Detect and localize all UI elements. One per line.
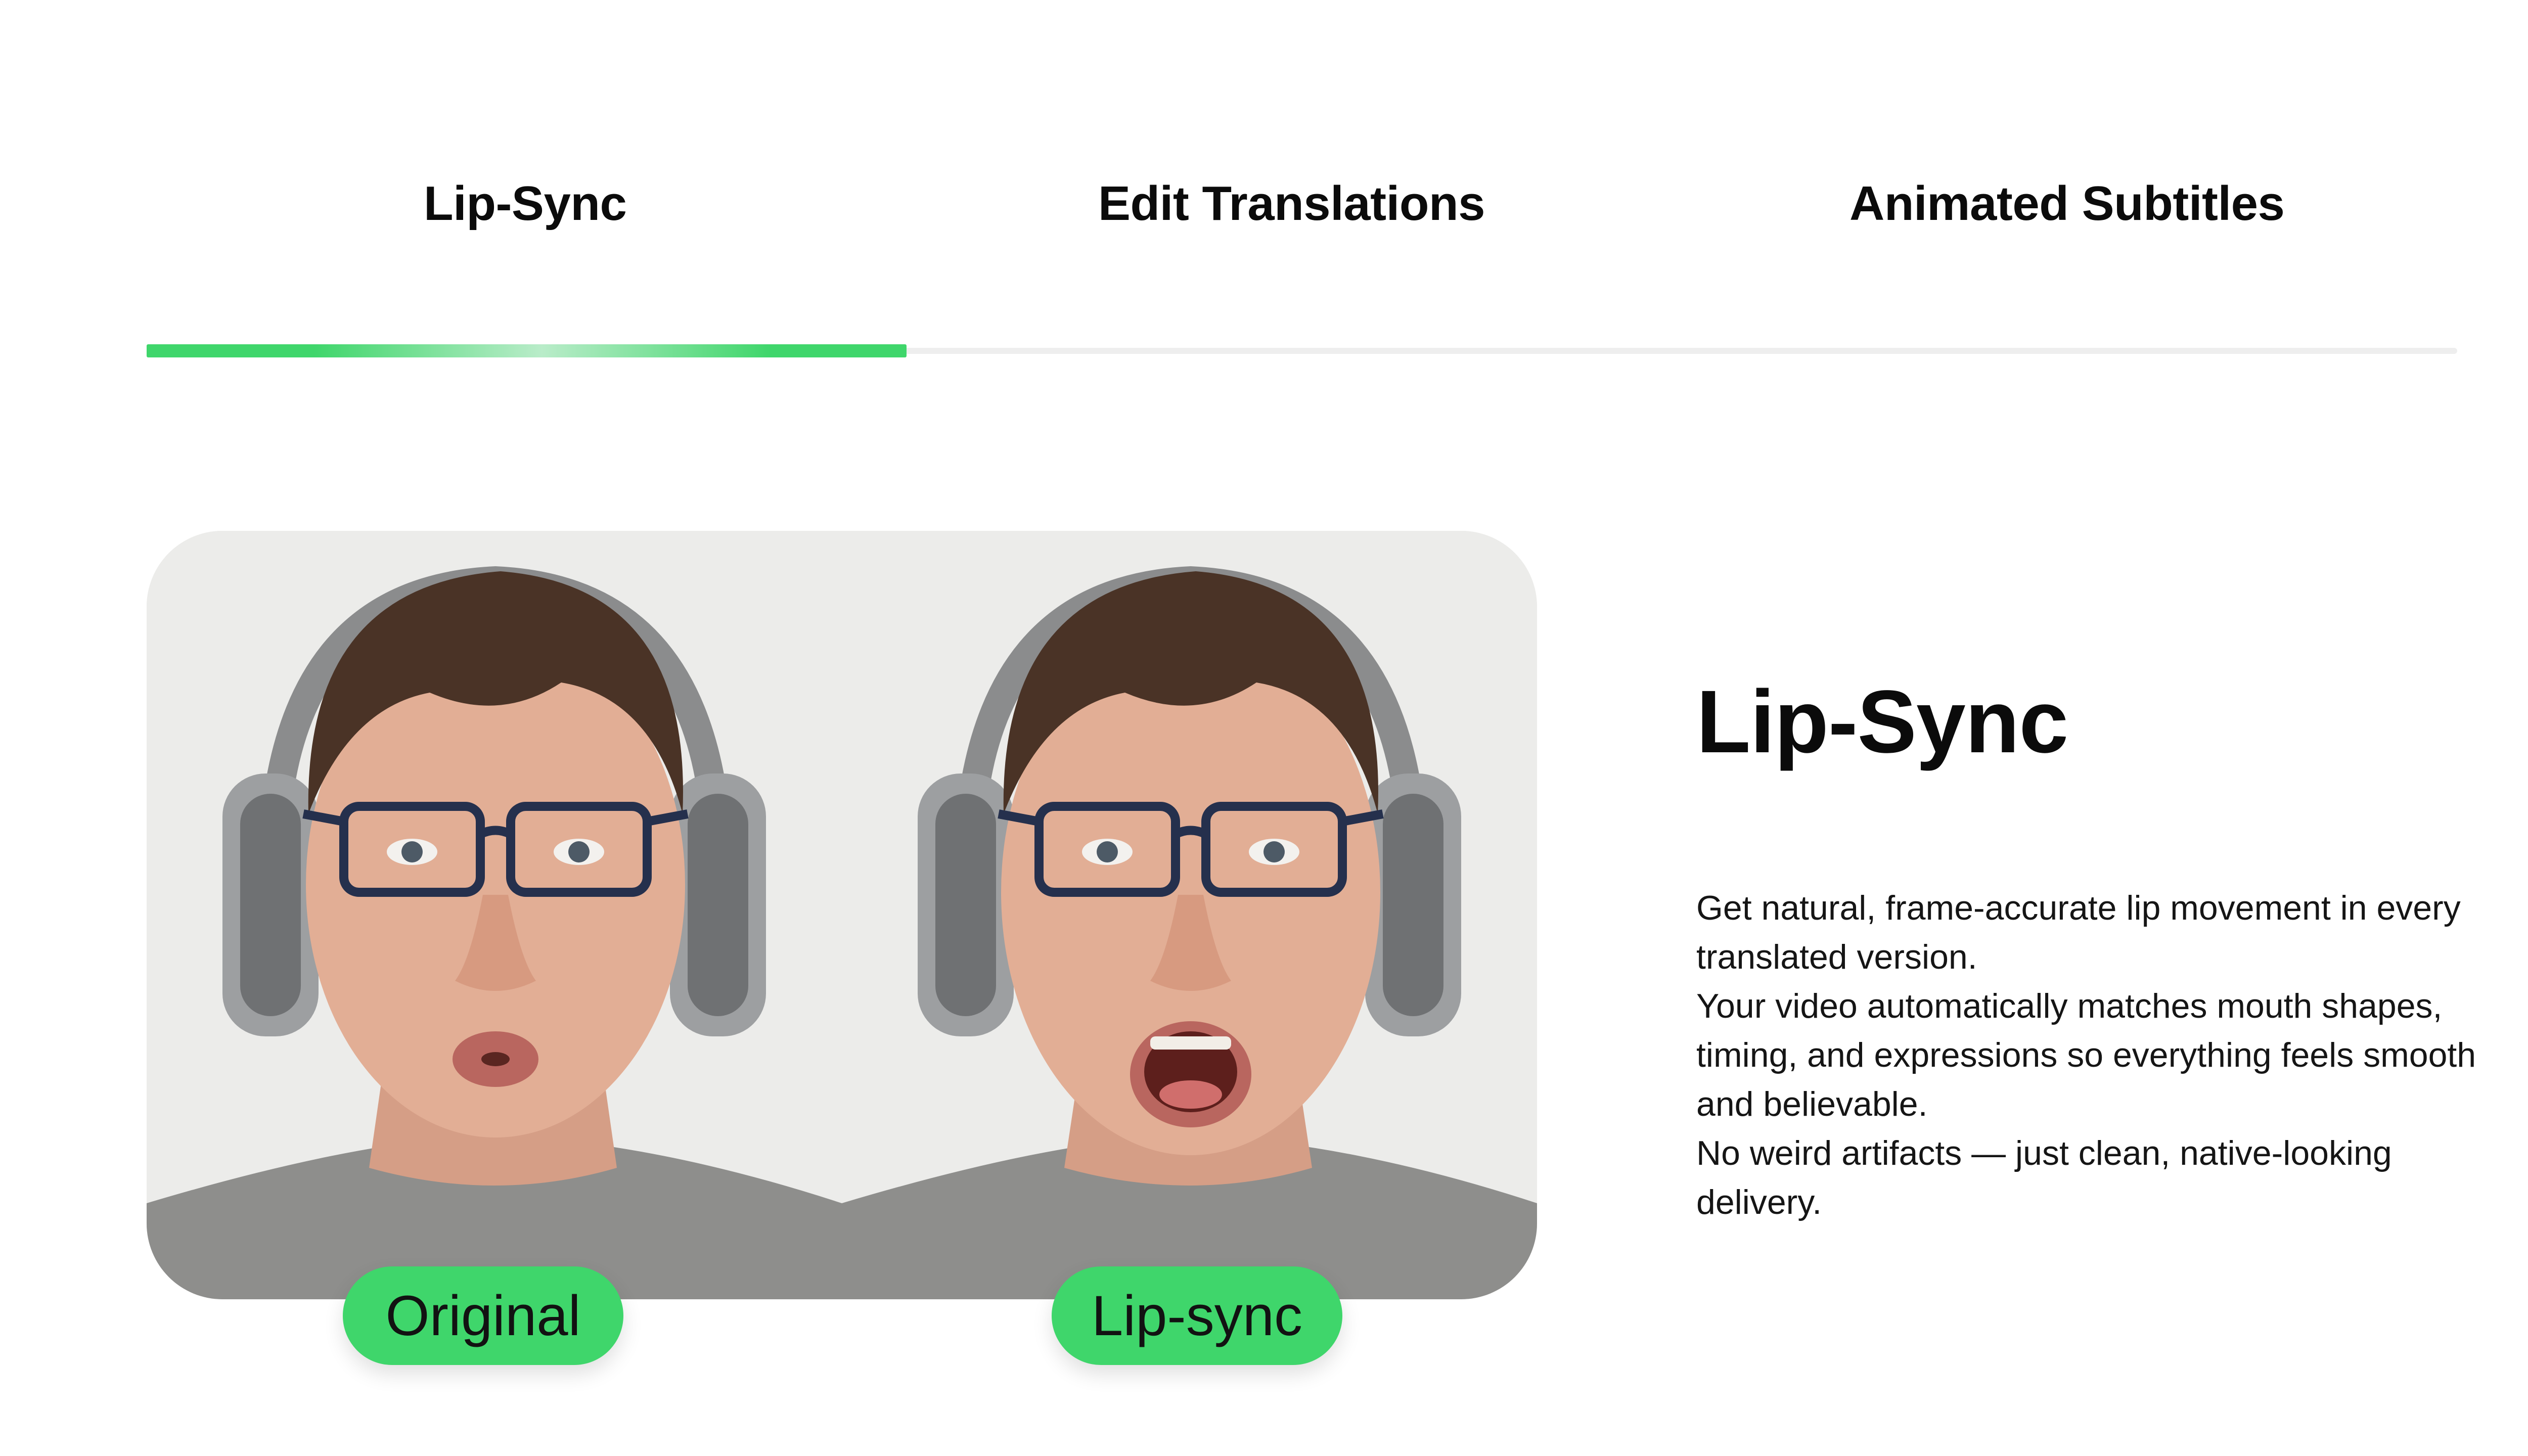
tab-edit-translations[interactable]: Edit Translations xyxy=(1098,179,1485,228)
lip-sync-face-image xyxy=(842,531,1537,1299)
original-label: Original xyxy=(343,1266,623,1365)
page: Lip-Sync Edit Translations Animated Subt… xyxy=(0,0,2528,1456)
feature-paragraph: Get natural, frame-accurate lip movement… xyxy=(1696,889,2461,976)
tab-animated-subtitles[interactable]: Animated Subtitles xyxy=(1849,179,2285,228)
tab-lip-sync[interactable]: Lip-Sync xyxy=(424,179,627,228)
tab-progress-indicator xyxy=(147,344,907,357)
lip-sync-comparison-image xyxy=(147,531,1537,1299)
original-face-image xyxy=(147,531,842,1299)
feature-description: Get natural, frame-accurate lip movement… xyxy=(1696,884,2485,1227)
feature-title: Lip-Sync xyxy=(1696,672,2068,771)
lip-sync-label: Lip-sync xyxy=(1052,1266,1342,1365)
feature-paragraph: No weird artifacts — just clean, native-… xyxy=(1696,1134,2392,1221)
feature-paragraph: Your video automatically matches mouth s… xyxy=(1696,987,2476,1123)
